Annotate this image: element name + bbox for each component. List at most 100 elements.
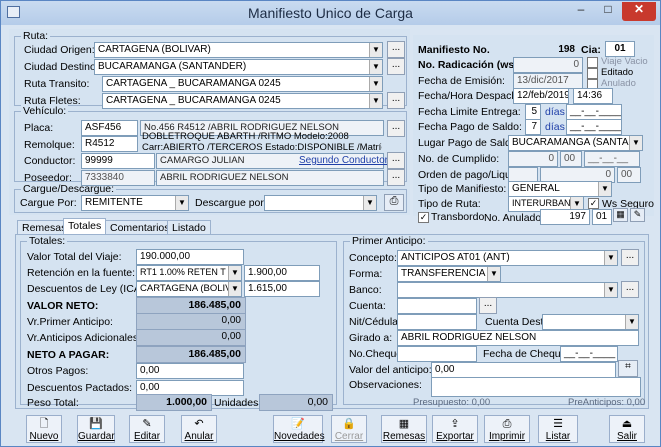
remesas-button[interactable]: ▦ Remesas xyxy=(381,415,427,443)
chevron-down-icon: ▼ xyxy=(369,43,382,57)
poseedor-input[interactable]: 7333840 xyxy=(81,170,155,186)
tipo-value: GENERAL xyxy=(512,183,560,194)
guardar-button[interactable]: 💾 Guardar xyxy=(77,415,115,443)
cerrar-button[interactable]: 🔒 Cerrar xyxy=(331,415,367,443)
banco-lookup-button[interactable]: ... xyxy=(621,281,639,298)
remolque-input[interactable]: R4512 xyxy=(81,136,138,152)
nit-input[interactable] xyxy=(397,314,477,330)
cumplido-cia-input[interactable]: 00 xyxy=(560,151,582,167)
editado-checkbox[interactable] xyxy=(587,68,598,79)
orden-cia-input[interactable]: 00 xyxy=(617,167,641,183)
limite-dias-input[interactable]: 5 xyxy=(525,104,541,120)
poseedor-lookup-button[interactable]: ... xyxy=(387,169,405,186)
anular-button[interactable]: ↶ Anular xyxy=(181,415,217,443)
conductor-lookup-button[interactable]: ... xyxy=(387,152,405,169)
minimize-button[interactable]: – xyxy=(568,2,594,21)
transito-select[interactable]: CARTAGENA _ BUCARAMANGA 0245 ▼ xyxy=(102,76,383,92)
concepto-select[interactable]: ANTICIPOS AT01 (ANT) ▼ xyxy=(397,250,618,266)
origen-select[interactable]: CARTAGENA (BOLIVAR) ▼ xyxy=(94,42,383,58)
no-anulado-input[interactable]: 197 xyxy=(540,209,590,225)
lugar-select[interactable]: BUCARAMANGA (SANTAND ▼ xyxy=(508,135,643,151)
radicacion-label: No. Radicación (ws): xyxy=(418,59,522,71)
valor-anticipo-input[interactable]: 0,00 xyxy=(431,362,616,378)
tipo-ruta-label: Tipo de Ruta: xyxy=(418,198,481,210)
maximize-button[interactable]: □ xyxy=(595,2,621,21)
chevron-down-icon: ▼ xyxy=(629,136,642,150)
printer-icon: ⎙ xyxy=(502,418,512,430)
cuenta-destino-select[interactable]: ▼ xyxy=(542,314,639,330)
descuentos-ley-valor-input[interactable]: 1.615,00 xyxy=(244,281,320,297)
fecha-cheque-label: Fecha de Cheque: xyxy=(483,348,570,360)
listar-button[interactable]: ☰ Listar xyxy=(538,415,578,443)
conductor-input[interactable]: 99999 xyxy=(81,153,155,169)
otros-pagos-input[interactable]: 0,00 xyxy=(136,363,244,379)
retencion-select[interactable]: RT1 1.00% RETEN T ▼ xyxy=(136,265,242,281)
forma-select[interactable]: TRANSFERENCIA ▼ xyxy=(397,266,501,282)
fletes-value: CARTAGENA _ BUCARAMANGA 0245 xyxy=(106,95,281,106)
close-button[interactable]: ✕ xyxy=(622,2,656,21)
despacho-hora-input[interactable]: 14:36 xyxy=(573,88,613,104)
origen-lookup-button[interactable]: ... xyxy=(387,41,405,58)
nuevo-button[interactable]: 🗋 Nuevo xyxy=(26,415,62,443)
neto-pagar-value: 186.485,00 xyxy=(136,346,246,363)
cumplido-input[interactable]: 0 xyxy=(508,151,558,167)
cargue-por-select[interactable]: REMITENTE ▼ xyxy=(81,195,189,211)
cumplido-fecha-input[interactable]: __-__-__ xyxy=(584,151,640,167)
banco-select[interactable]: ▼ xyxy=(397,282,618,298)
cheque-input[interactable] xyxy=(397,346,477,362)
origen-label: Ciudad Origen: xyxy=(24,44,95,56)
destino-select[interactable]: BUCARAMANGA (SANTANDER) ▼ xyxy=(94,59,383,75)
listar-label: Listar xyxy=(545,431,571,442)
observaciones-input[interactable] xyxy=(431,377,641,397)
segundo-conductor-link[interactable]: Segundo Conductor... xyxy=(299,155,396,166)
printer-icon[interactable]: ⎙ xyxy=(384,194,404,211)
exportar-button[interactable]: ⇪ Exportar xyxy=(432,415,478,443)
emision-input[interactable]: 13/dic/2017 xyxy=(513,73,583,89)
chevron-down-icon: ▼ xyxy=(228,266,241,280)
concepto-lookup-button[interactable]: ... xyxy=(621,249,639,266)
descargue-por-select[interactable]: ▼ xyxy=(264,195,377,211)
novedades-button[interactable]: 📝 Novedades xyxy=(273,415,325,443)
cuenta-lookup-button[interactable]: ... xyxy=(479,297,497,314)
edit-icon[interactable]: ✎ xyxy=(630,208,645,222)
manifiesto-no-value: 198 xyxy=(513,42,579,58)
no-anulado-cia-input[interactable]: 01 xyxy=(592,209,612,225)
unidades-value: 0,00 xyxy=(259,394,333,411)
transbordo-checkbox[interactable]: ✓ xyxy=(418,212,429,223)
neto-pagar-label: NETO A PAGAR: xyxy=(27,349,110,361)
placa-input[interactable]: ASF456 xyxy=(81,120,138,136)
despacho-fecha-input[interactable]: 12/feb/2019 xyxy=(513,88,569,104)
pago-dias-input[interactable]: 7 xyxy=(525,119,541,135)
placa-lookup-button[interactable]: ... xyxy=(387,120,405,137)
valor-viaje-input[interactable]: 190.000,00 xyxy=(136,249,244,265)
guardar-label: Guardar xyxy=(78,431,115,442)
ws-seguro-checkbox[interactable]: ✓ xyxy=(588,198,599,209)
tipo-select[interactable]: GENERAL ▼ xyxy=(508,181,612,197)
girado-input[interactable]: ABRIL RODRIGUEZ NELSON xyxy=(397,330,639,346)
descuentos-ley-select[interactable]: CARTAGENA (BOLIVA ▼ xyxy=(136,281,242,297)
cia-input[interactable]: 01 xyxy=(605,41,635,57)
tab-comentarios[interactable]: Comentarios xyxy=(105,220,175,235)
chevron-down-icon: ▼ xyxy=(369,77,382,91)
editar-button[interactable]: ✎ Editar xyxy=(129,415,165,443)
fecha-cheque-input[interactable]: __-__-____ xyxy=(560,346,618,362)
presupuesto-text: Presupuesto: 0,00 xyxy=(413,397,491,408)
chevron-down-icon: ▼ xyxy=(369,60,382,74)
cuenta-input[interactable] xyxy=(397,298,477,314)
imprimir-button[interactable]: ⎙ Imprimir xyxy=(484,415,530,443)
viaje-vacio-checkbox[interactable] xyxy=(587,57,598,68)
nuevo-label: Nuevo xyxy=(29,431,59,442)
calendar-icon[interactable]: ▦ xyxy=(613,208,628,222)
retencion-valor-input[interactable]: 1.900,00 xyxy=(244,265,320,281)
save-icon: 💾 xyxy=(89,418,103,430)
salir-button[interactable]: ⏏ Salir xyxy=(609,415,645,443)
fletes-select[interactable]: CARTAGENA _ BUCARAMANGA 0245 ▼ xyxy=(102,93,383,109)
calculate-icon[interactable]: ⌗ xyxy=(618,360,638,377)
radicacion-input[interactable]: 0 xyxy=(513,57,583,73)
destino-lookup-button[interactable]: ... xyxy=(387,58,405,75)
limite-fecha-input[interactable]: __-__-____ xyxy=(566,104,622,120)
chevron-down-icon: ▼ xyxy=(604,251,617,265)
fletes-lookup-button[interactable]: ... xyxy=(387,92,405,109)
pago-fecha-input[interactable]: __-__-____ xyxy=(566,119,622,135)
tab-listado[interactable]: Listado xyxy=(167,220,211,235)
